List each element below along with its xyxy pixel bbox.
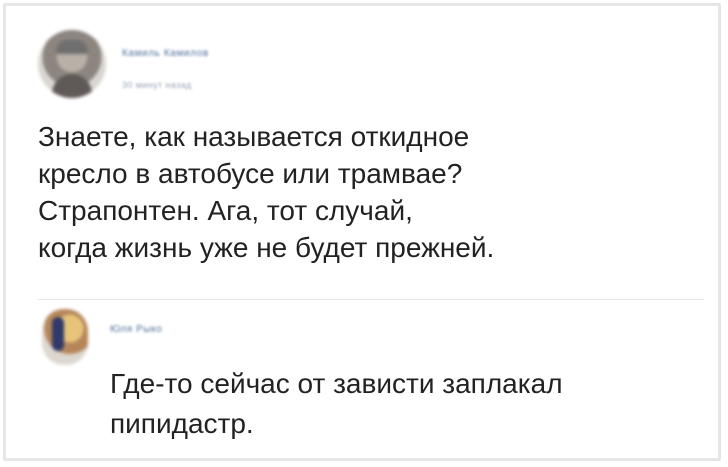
reply-author-avatar[interactable]: [42, 309, 88, 365]
reply-text: Где-то сейчас от зависти заплакал пипида…: [110, 368, 563, 439]
comment-divider: [38, 299, 704, 300]
post-timestamp-blurred: 30 минут назад: [122, 80, 192, 90]
post-text: Знаете, как называется откидное кресло в…: [38, 121, 495, 263]
reply-author-name-blurred[interactable]: Юля Рыко: [110, 324, 162, 335]
author-name-blurred[interactable]: Камиль Камилов: [122, 48, 209, 59]
screenshot-frame: Камиль Камилов 30 минут назад Знаете, ка…: [3, 3, 721, 461]
author-avatar[interactable]: [38, 30, 106, 98]
